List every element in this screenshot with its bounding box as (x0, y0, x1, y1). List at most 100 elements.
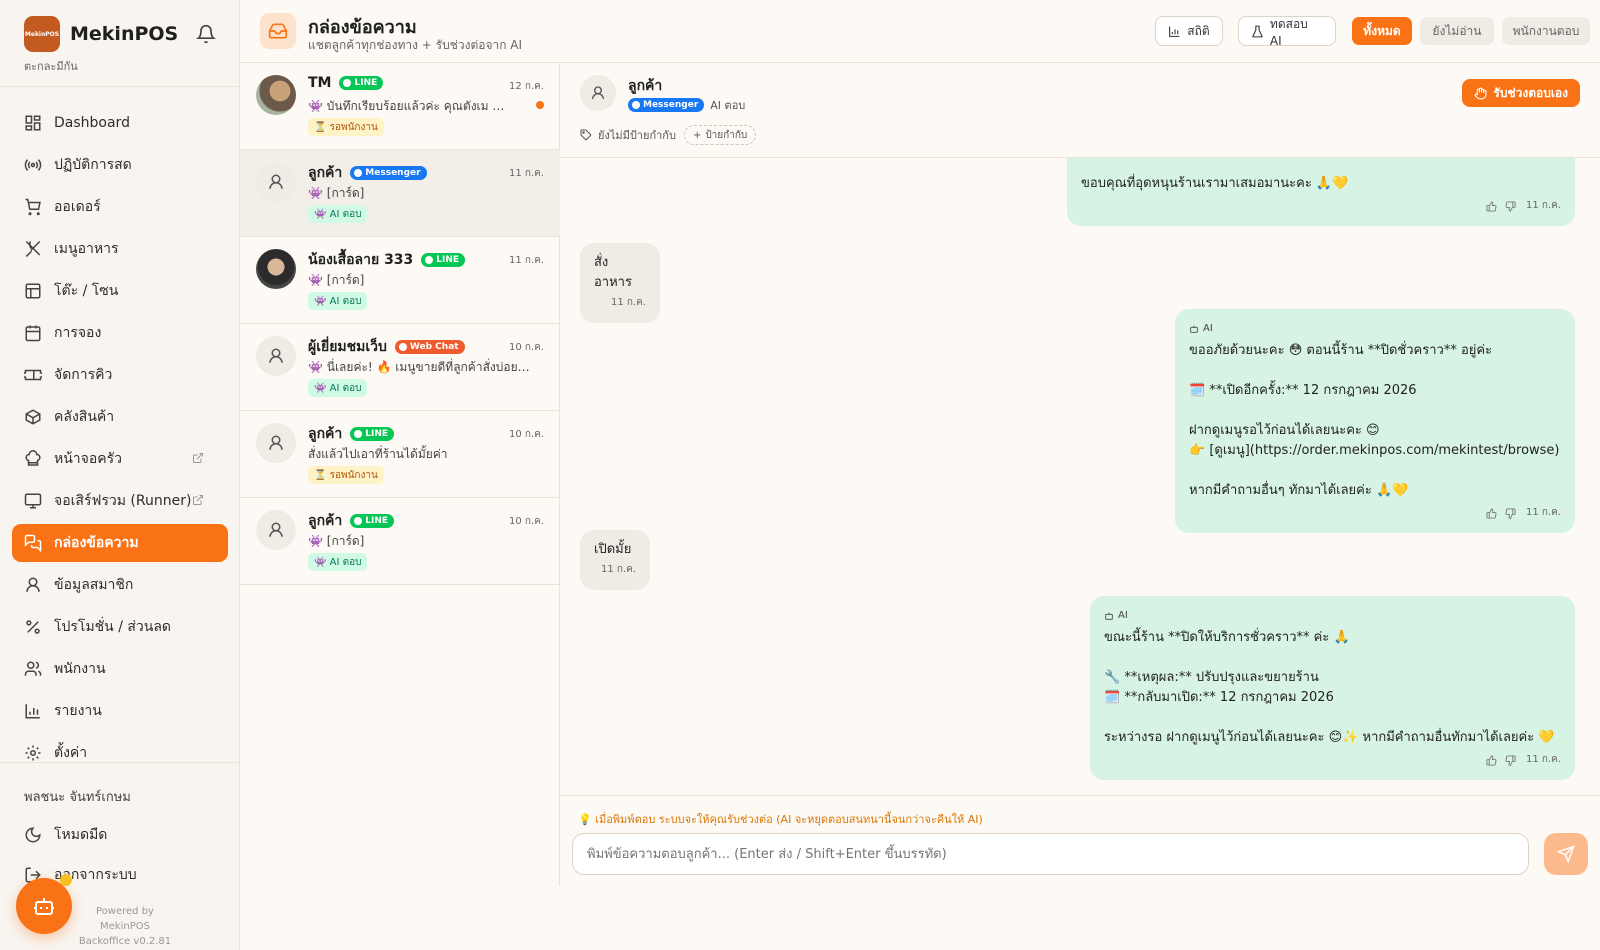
hand-icon (1475, 87, 1487, 99)
conversation-preview: 👾 [การ์ด] (308, 273, 365, 287)
unread-dot (536, 101, 544, 109)
conversation-list: TM LINE 12 ก.ค. 👾 บันทึกเรียบร้อยแล้วค่ะ… (240, 63, 560, 886)
conversation-preview: 👾 [การ์ด] (308, 534, 365, 548)
tags-row: ยังไม่มีป้ายกำกับ + ป้ายกำกับ (580, 125, 757, 145)
chat-header: ลูกค้า Messenger AI ตอบ ยังไม่มีป้ายกำกั… (560, 63, 1600, 158)
dark-mode-toggle[interactable]: โหมดมืด (24, 824, 107, 846)
conversation-item[interactable]: ผู้เยี่ยมชมเว็บ Web Chat 10 ก.ค. 👾 นี่เล… (240, 324, 560, 411)
contact-name: ลูกค้า (308, 513, 343, 529)
thumbs-down-icon[interactable] (1505, 200, 1516, 212)
nav-item-queue[interactable]: จัดการคิว (12, 356, 228, 394)
line-badge: LINE (339, 76, 384, 90)
conversation-item[interactable]: น้องเสื้อลาย 333 LINE 11 ก.ค. 👾 [การ์ด] … (240, 237, 560, 324)
add-tag-button[interactable]: + ป้ายกำกับ (683, 125, 757, 145)
brand[interactable]: MekinPOS MekinPOS (24, 16, 178, 52)
nav-item-tables[interactable]: โต๊ะ / โซน (12, 272, 228, 310)
version-text: Backoffice v0.2.81 (78, 936, 172, 947)
channel-label: LINE (365, 516, 389, 526)
nav-item-reports[interactable]: รายงาน (12, 692, 228, 730)
brand-name: MekinPOS (70, 23, 179, 45)
thumbs-down-icon[interactable] (1505, 507, 1516, 519)
composer: 💡 เมื่อพิมพ์ตอบ ระบบจะให้คุณรับช่วงต่อ (… (560, 795, 1600, 886)
nav-item-dashboard[interactable]: Dashboard (12, 104, 228, 142)
message-footer: 11 ก.ค. (1104, 750, 1561, 770)
takeover-hint: 💡 เมื่อพิมพ์ตอบ ระบบจะให้คุณรับช่วงต่อ (… (578, 813, 983, 826)
test-ai-label: ทดสอบ AI (1269, 16, 1308, 48)
channel-label: LINE (436, 255, 460, 265)
settings-icon (25, 745, 41, 761)
message-time: 11 ก.ค. (1525, 200, 1561, 211)
nav-item-settings[interactable]: ตั้งค่า (12, 734, 228, 762)
conversation-item[interactable]: ลูกค้า LINE 10 ก.ค. 👾 [การ์ด] 👾 AI ตอบ (240, 498, 560, 585)
conversation-name: น้องเสื้อลาย 333 LINE (308, 249, 466, 271)
bot-icon (34, 898, 54, 915)
conversation-item[interactable]: ลูกค้า LINE 10 ก.ค. สั่งแล้วไปเอาที่ร้าน… (240, 411, 560, 498)
filter-unread[interactable]: ยังไม่อ่าน (1420, 17, 1494, 45)
nav-item-kitchen-display[interactable]: หน้าจอครัว (12, 440, 228, 478)
message-text: 👉 [ดูเมนูทั้งหมด](https://order.mekinpos… (1081, 176, 1349, 191)
status-tag: 👾 AI ตอบ (308, 292, 368, 310)
nav-label: การจอง (54, 325, 102, 341)
user-icon (269, 348, 283, 363)
table-icon (25, 283, 41, 299)
inbox-icon (260, 13, 296, 49)
powered-text: Powered by MekinPOS (96, 906, 154, 932)
nav-menu: Dashboard ปฏิบัติการสด ออเดอร์ เมนูอาหาร… (12, 104, 228, 762)
chat-contact-name: ลูกค้า (628, 78, 663, 94)
nav-item-reservations[interactable]: การจอง (12, 314, 228, 352)
contact-name: ลูกค้า (308, 165, 343, 181)
message-bubble-ai: 👉 [ดูเมนูทั้งหมด](https://order.mekinpos… (1067, 158, 1575, 226)
contact-name: TM (308, 75, 332, 91)
nav-label: หน้าจอครัว (54, 451, 123, 467)
webchat-badge: Web Chat (394, 340, 465, 354)
nav-item-members[interactable]: ข้อมูลสมาชิก (12, 566, 228, 604)
user-icon (269, 435, 283, 450)
dark-mode-label: โหมดมืด (54, 827, 108, 843)
nav-item-orders[interactable]: ออเดอร์ (12, 188, 228, 226)
user-icon (26, 577, 40, 592)
no-tags-label: ยังไม่มีป้ายกำกับ (598, 129, 676, 142)
bot-icon (1105, 612, 1113, 620)
nav-item-staff[interactable]: พนักงาน (12, 650, 228, 688)
filter-staff[interactable]: พนักงานตอบ (1502, 17, 1590, 45)
nav-item-promotions[interactable]: โปรโมชั่น / ส่วนลด (12, 608, 228, 646)
stats-button[interactable]: สถิติ (1155, 16, 1223, 46)
nav-label: Dashboard (54, 115, 130, 131)
channel-label: LINE (365, 429, 389, 439)
reply-input[interactable] (572, 833, 1529, 875)
nav-item-menu[interactable]: เมนูอาหาร (12, 230, 228, 268)
takeover-button[interactable]: รับช่วงตอบเอง (1462, 79, 1580, 107)
status-tag: 👾 AI ตอบ (308, 379, 368, 397)
thumbs-up-icon[interactable] (1486, 754, 1497, 766)
thumbs-down-icon[interactable] (1505, 754, 1516, 766)
filter-all[interactable]: ทั้งหมด (1352, 17, 1412, 45)
add-tag-label: ป้ายกำกับ (705, 129, 748, 141)
nav-item-inbox[interactable]: กล่องข้อความ (12, 524, 228, 562)
mekinpos-logo: MekinPOS (24, 16, 60, 52)
ai-assistant-button[interactable] (16, 878, 72, 934)
conversation-preview: 👾 นี่เลยค่ะ! 🔥 เมนูขายดีที่ลูกค้าสั่งบ่อ… (308, 360, 534, 374)
plus-icon: + (692, 129, 702, 141)
test-ai-button[interactable]: ทดสอบ AI (1238, 16, 1336, 48)
ai-label-text: AI (1203, 323, 1213, 334)
messenger-badge: Messenger (350, 166, 427, 180)
message-bubble-customer: สั่งอาหาร 11 ก.ค. (580, 243, 660, 323)
thumbs-up-icon[interactable] (1486, 507, 1497, 519)
nav-item-live-ops[interactable]: ปฏิบัติการสด (12, 146, 228, 184)
nav-label: ตั้งค่า (54, 745, 88, 761)
thumbs-up-icon[interactable] (1486, 200, 1497, 212)
message-time: 11 ก.ค. (1525, 507, 1561, 518)
send-button[interactable] (1544, 833, 1588, 875)
avatar (256, 75, 296, 115)
conversation-item[interactable]: TM LINE 12 ก.ค. 👾 บันทึกเรียบร้อยแล้วค่ะ… (240, 63, 560, 150)
conversation-date: 10 ก.ค. (508, 429, 544, 440)
message-bubble-ai: AI ขออภัยด้วยนะคะ 😳 ตอนนี้ร้าน **ปิดชั่ว… (1175, 309, 1575, 533)
nav-item-inventory[interactable]: คลังสินค้า (12, 398, 228, 436)
conversation-item[interactable]: ลูกค้า Messenger 11 ก.ค. 👾 [การ์ด] 👾 AI … (240, 150, 560, 237)
nav-item-runner[interactable]: จอเสิร์ฟรวม (Runner) (12, 482, 228, 520)
message-thread: 👉 [ดูเมนูทั้งหมด](https://order.mekinpos… (560, 158, 1600, 795)
nav-label: โต๊ะ / โซน (54, 283, 119, 299)
contact-name: น้องเสื้อลาย 333 (308, 252, 414, 268)
bell-icon[interactable] (196, 24, 216, 44)
percent-icon (26, 620, 40, 634)
